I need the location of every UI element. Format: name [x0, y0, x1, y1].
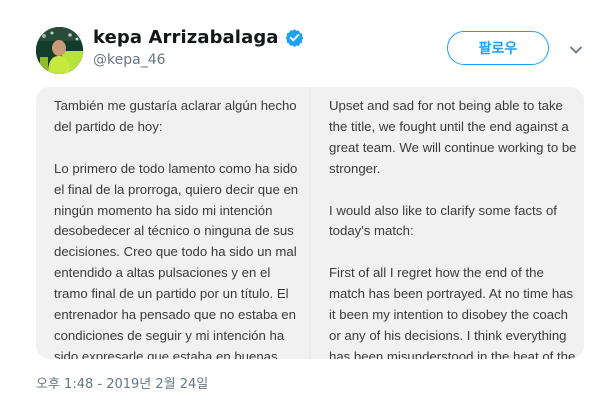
statement-image-english[interactable]: Upset and sad for not being able to take… — [311, 87, 584, 359]
chevron-down-icon[interactable] — [568, 42, 584, 58]
statement-line: I would also like to clarify some facts … — [329, 202, 557, 218]
statement-line: Upset and sad for not being able to take — [329, 98, 563, 113]
statement-line: entendido a altas pulsaciones y en el — [54, 265, 271, 281]
statement-image-spanish[interactable]: También me gustaría aclarar algún hecho d… — [36, 87, 309, 359]
statement-line: ningún momento ha sido mi intención — [54, 202, 273, 218]
statement-line: match has been portrayed. At no time has — [329, 286, 574, 302]
statement-line — [329, 180, 584, 201]
verified-badge-icon — [285, 29, 304, 47]
statement-line: entrenador ha pensado que no estaba en — [54, 307, 296, 323]
statement-line: tramo final de un partido por un título.… — [54, 286, 289, 302]
avatar[interactable] — [36, 27, 83, 74]
follow-button[interactable]: 팔로우 — [447, 31, 549, 65]
statement-line: First of all I regret how the end of the — [329, 265, 544, 281]
statement-line: stronger. — [329, 160, 381, 176]
statement-line: or any of his decisions. I think everyth… — [329, 327, 567, 343]
statement-line: has been misunderstood in the heat of th… — [329, 348, 576, 359]
tweet-media[interactable]: También me gustaría aclarar algún hecho d… — [36, 87, 584, 359]
statement-line: great team. We will continue working to … — [329, 139, 577, 155]
statement-line — [54, 138, 309, 159]
statement-line: decisiones. Creo que todo ha sido un mal — [54, 244, 297, 260]
statement-line: the title, we fought until the end again… — [329, 118, 569, 134]
statement-line: Lo primero de todo lamento como ha sido — [54, 160, 298, 176]
statement-line: el final de la prorroga, quiero decir qu… — [54, 181, 299, 197]
tweet-timestamp[interactable]: 오후 1:48 - 2019년 2월 24일 — [36, 373, 208, 392]
statement-line — [329, 242, 584, 263]
display-name[interactable]: kepa Arrizabalaga — [93, 27, 279, 48]
statement-line: del partido de hoy: — [54, 118, 163, 134]
profile-name-row: kepa Arrizabalaga — [93, 27, 304, 48]
statement-line: today's match: — [329, 223, 414, 239]
statement-line: sido expresarle que estaba en buenas — [54, 348, 278, 359]
statement-line: it been my intention to disobey the coac… — [329, 307, 568, 323]
user-handle[interactable]: @kepa_46 — [93, 52, 166, 68]
statement-line: condiciones de seguir y mi intención ha — [54, 327, 285, 343]
statement-line: desobedecer al técnico o ninguna de sus — [54, 223, 294, 239]
avatar-image — [36, 27, 83, 74]
statement-line: También me gustaría aclarar algún hecho — [54, 98, 297, 113]
